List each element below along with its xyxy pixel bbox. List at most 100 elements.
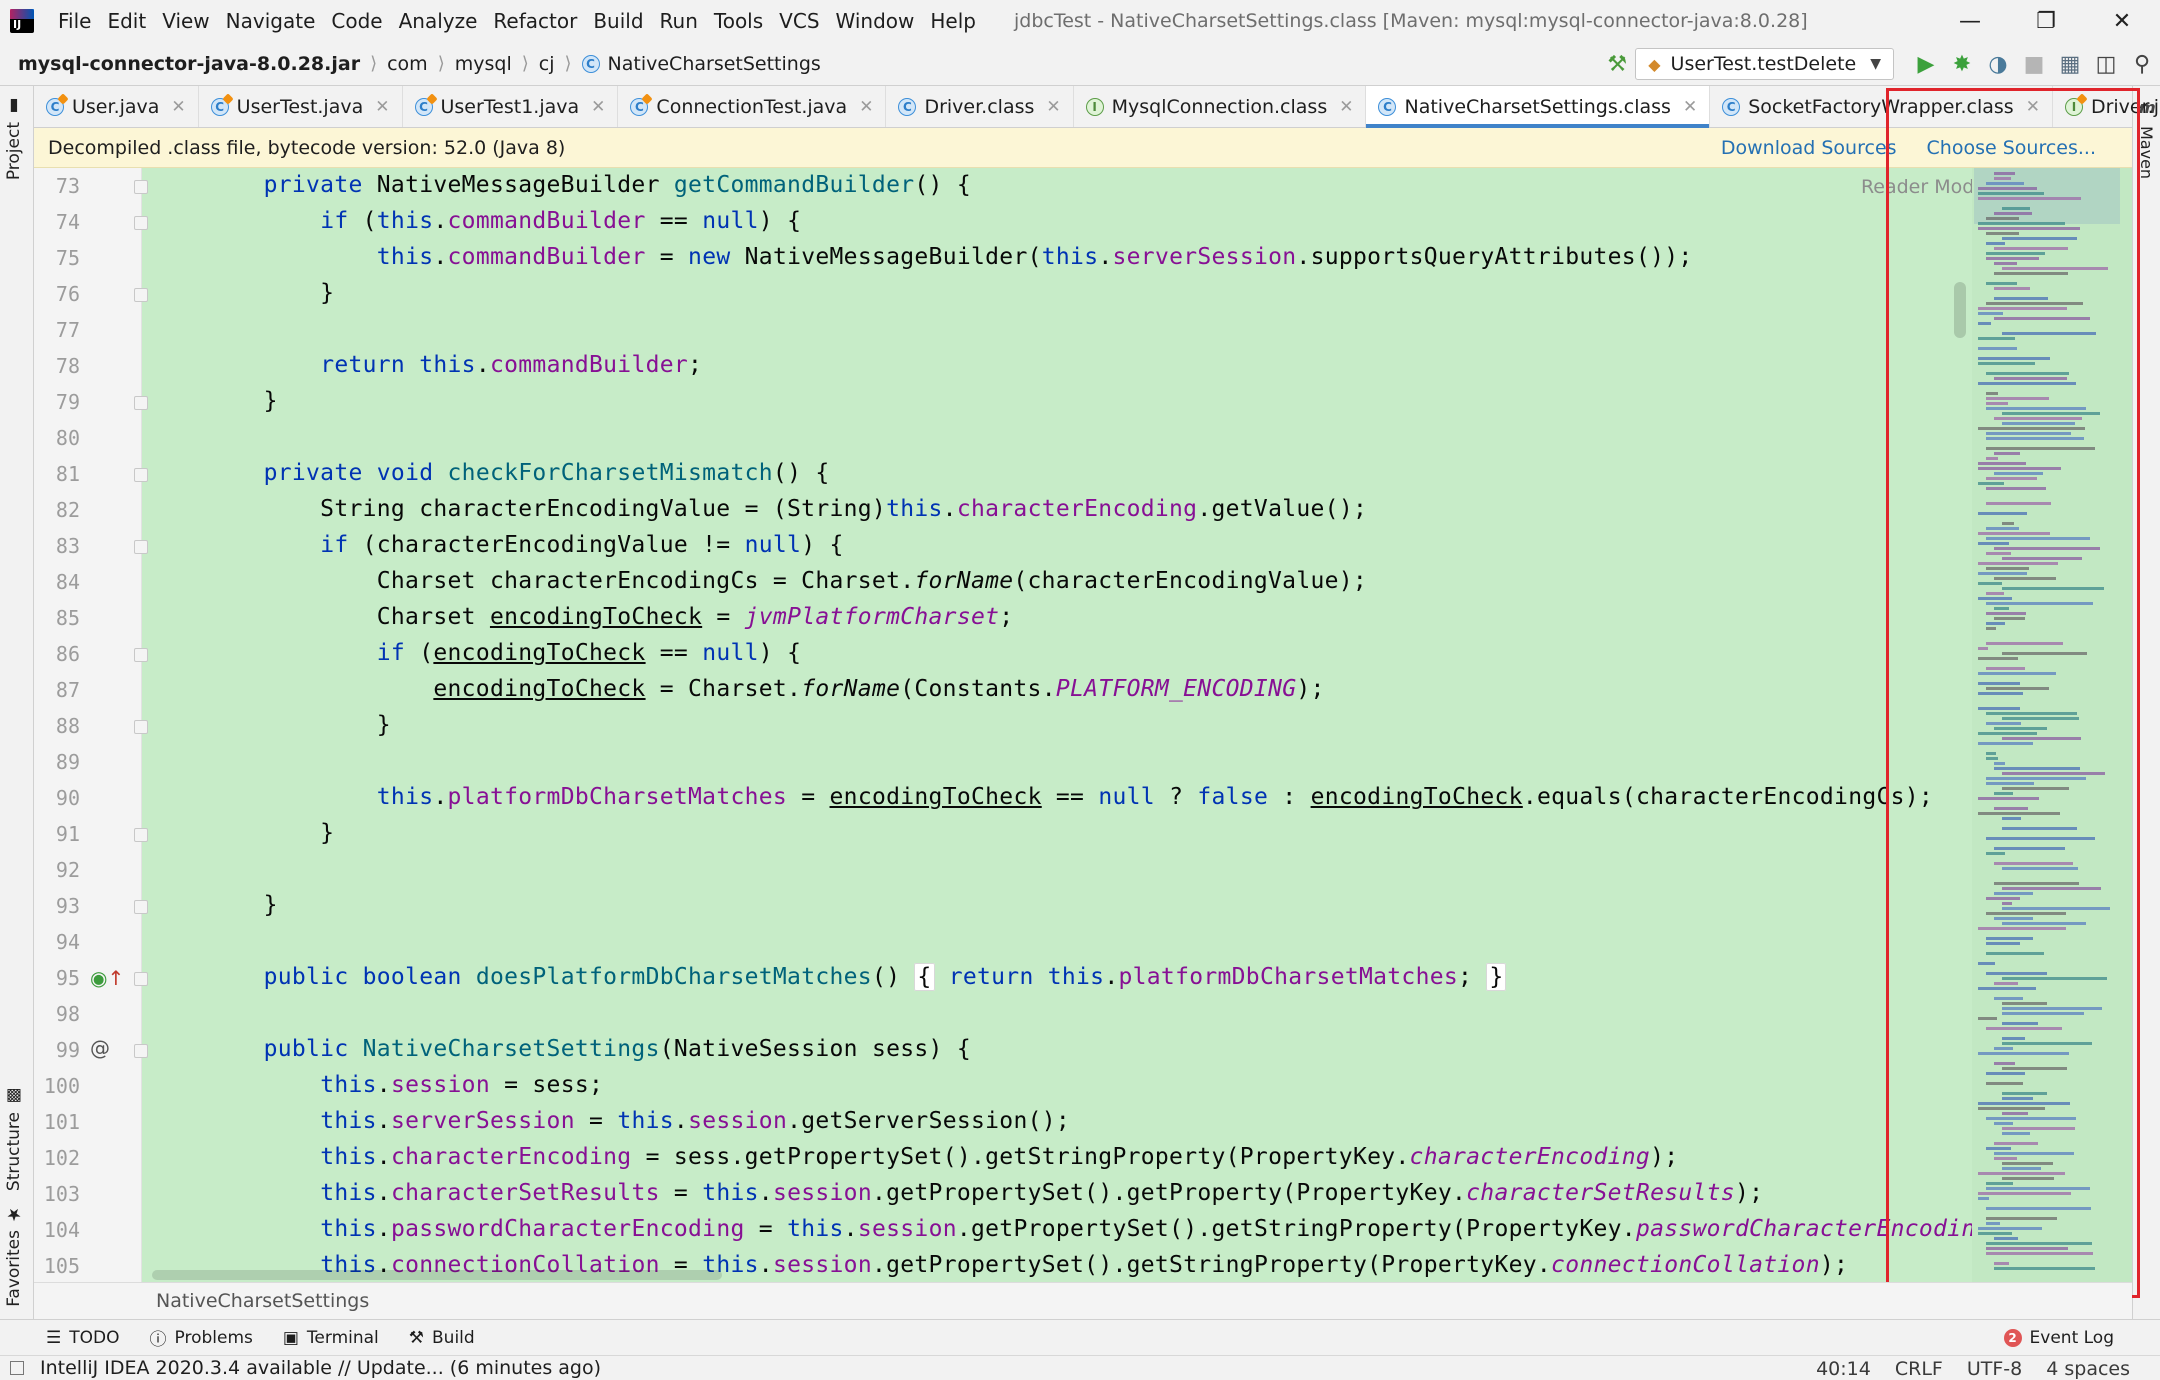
tab-usertest1-java[interactable]: C UserTest1.java ✕ — [403, 86, 619, 127]
terminal-icon: ▣ — [282, 1327, 299, 1348]
star-icon: ★ — [4, 1204, 24, 1224]
terminal-window-icon[interactable]: ◫ — [2088, 46, 2124, 82]
fold-marker[interactable] — [134, 216, 148, 230]
close-icon[interactable]: ✕ — [859, 97, 873, 117]
hammer-icon[interactable]: ⚒ — [1599, 46, 1635, 82]
event-count-badge: 2 — [2003, 1329, 2022, 1347]
crumb-jar[interactable]: mysql-connector-java-8.0.28.jar — [18, 53, 360, 75]
favorites-tool-button[interactable]: Favorites ★ — [4, 1204, 24, 1307]
problems-tool-button[interactable]: ⓘ Problems — [150, 1325, 253, 1351]
stop-icon[interactable]: ■ — [2016, 46, 2052, 82]
tab-connectiontest-java[interactable]: C ConnectionTest.java ✕ — [618, 86, 887, 127]
code-line: if (this.commandBuilder == null) { — [320, 208, 802, 234]
editor-gutter[interactable]: 73 74 75 76 77 78 79 80 81 82 83 84 85 8… — [34, 168, 148, 1282]
debug-icon[interactable]: ✸ — [1944, 46, 1980, 82]
crumb-mysql[interactable]: mysql — [455, 53, 512, 75]
close-icon[interactable]: ✕ — [1339, 97, 1353, 117]
close-icon[interactable]: ✕ — [591, 97, 605, 117]
implements-method-icon[interactable]: ◉↑ — [90, 966, 124, 990]
fold-marker[interactable] — [134, 468, 148, 482]
menu-tools[interactable]: Tools — [706, 9, 771, 33]
menu-view[interactable]: View — [154, 9, 217, 33]
line-number: 104 — [43, 1218, 80, 1242]
crumb-com[interactable]: com — [387, 53, 428, 75]
menu-code[interactable]: Code — [323, 9, 390, 33]
menu-window[interactable]: Window — [828, 9, 923, 33]
menu-analyze[interactable]: Analyze — [391, 9, 486, 33]
close-icon[interactable]: ✕ — [1683, 97, 1697, 117]
menu-file[interactable]: File — [50, 9, 99, 33]
menu-run[interactable]: Run — [652, 9, 706, 33]
horizontal-scrollbar[interactable] — [152, 1270, 722, 1280]
menu-refactor[interactable]: Refactor — [485, 9, 585, 33]
menu-help[interactable]: Help — [922, 9, 984, 33]
todo-tool-button[interactable]: ☰ TODO — [46, 1328, 120, 1348]
fold-marker[interactable] — [134, 180, 148, 194]
code-line: private NativeMessageBuilder getCommandB… — [263, 172, 971, 198]
close-icon[interactable]: ✕ — [171, 97, 185, 117]
close-icon[interactable]: ✕ — [2084, 0, 2160, 42]
status-toggle-icon[interactable] — [10, 1361, 24, 1375]
tab-nativecharsetsettings-class[interactable]: C NativeCharsetSettings.class ✕ — [1366, 86, 1711, 128]
chevron-right-icon: ⟩ — [437, 53, 445, 74]
editor-tabs: C User.java ✕ C UserTest.java ✕ C UserTest1.j… — [34, 86, 2160, 128]
crumb-class[interactable]: C NativeCharsetSettings — [581, 53, 821, 75]
tab-usertest-java[interactable]: C UserTest.java ✕ — [199, 86, 403, 127]
fold-marker[interactable] — [134, 396, 148, 410]
decompiled-notice: Decompiled .class file, bytecode version… — [34, 128, 2132, 168]
line-number: 102 — [43, 1146, 80, 1170]
breadcrumb-class[interactable]: NativeCharsetSettings — [156, 1290, 369, 1312]
line-number: 87 — [55, 678, 80, 702]
search-icon[interactable]: ⚲ — [2124, 46, 2160, 82]
line-number: 75 — [55, 246, 80, 270]
update-message[interactable]: IntelliJ IDEA 2020.3.4 available // Upda… — [40, 1357, 601, 1379]
line-number: 94 — [55, 930, 80, 954]
close-icon[interactable]: ✕ — [1046, 97, 1060, 117]
line-separator[interactable]: CRLF — [1895, 1358, 1943, 1380]
fold-marker[interactable] — [134, 828, 148, 842]
coverage-icon[interactable]: ◑ — [1980, 46, 2016, 82]
code-editor[interactable]: 73 74 75 76 77 78 79 80 81 82 83 84 85 8… — [34, 168, 2132, 1282]
class-icon: C — [1722, 97, 1741, 116]
minimize-icon[interactable]: — — [1932, 0, 2008, 42]
fold-marker[interactable] — [134, 720, 148, 734]
menu-navigate[interactable]: Navigate — [218, 9, 324, 33]
fold-marker[interactable] — [134, 540, 148, 554]
fold-marker[interactable] — [134, 288, 148, 302]
fold-marker[interactable] — [134, 900, 148, 914]
line-number: 99 — [55, 1038, 80, 1062]
fold-marker[interactable] — [134, 1044, 148, 1058]
menu-vcs[interactable]: VCS — [771, 9, 827, 33]
run-icon[interactable]: ▶ — [1908, 46, 1944, 82]
code-line: this.passwordCharacterEncoding = this.se… — [320, 1216, 2017, 1242]
crumb-cj[interactable]: cj — [539, 53, 555, 75]
caret-position[interactable]: 40:14 — [1816, 1358, 1871, 1380]
editor-breadcrumb: NativeCharsetSettings — [34, 1282, 2132, 1319]
fold-marker[interactable] — [134, 648, 148, 662]
status-bar: IntelliJ IDEA 2020.3.4 available // Upda… — [0, 1355, 2160, 1380]
tab-driver-class[interactable]: C Driver.class ✕ — [886, 86, 1074, 127]
code-line: } — [207, 892, 278, 918]
close-icon[interactable]: ✕ — [375, 97, 389, 117]
tab-user-java[interactable]: C User.java ✕ — [34, 86, 199, 127]
fold-marker[interactable] — [134, 972, 148, 986]
project-structure-icon[interactable]: ▦ — [2052, 46, 2088, 82]
project-tool-button[interactable]: Project ▮ — [4, 96, 24, 180]
tab-mysqlconnection-class[interactable]: I MysqlConnection.class ✕ — [1074, 86, 1367, 127]
restore-icon[interactable]: ❐ — [2008, 0, 2084, 42]
terminal-tool-button[interactable]: ▣ Terminal — [283, 1328, 379, 1348]
indent-setting[interactable]: 4 spaces — [2046, 1358, 2130, 1380]
menu-edit[interactable]: Edit — [99, 9, 154, 33]
build-tool-button[interactable]: ⚒ Build — [409, 1328, 475, 1348]
download-sources-link[interactable]: Download Sources — [1721, 137, 1897, 159]
chevron-right-icon: ⟩ — [521, 53, 529, 74]
file-encoding[interactable]: UTF-8 — [1967, 1358, 2022, 1380]
menu-build[interactable]: Build — [585, 9, 651, 33]
run-config-selector[interactable]: ◆ UserTest.testDelete ▼ — [1635, 48, 1894, 80]
line-number: 79 — [55, 390, 80, 414]
class-icon: C — [1378, 97, 1397, 116]
structure-tool-button[interactable]: Structure ▩ — [4, 1086, 24, 1191]
class-icon: C — [414, 97, 433, 116]
event-log-button[interactable]: 2 Event Log — [2003, 1320, 2114, 1356]
code-line: public boolean doesPlatformDbCharsetMatc… — [207, 963, 1507, 991]
